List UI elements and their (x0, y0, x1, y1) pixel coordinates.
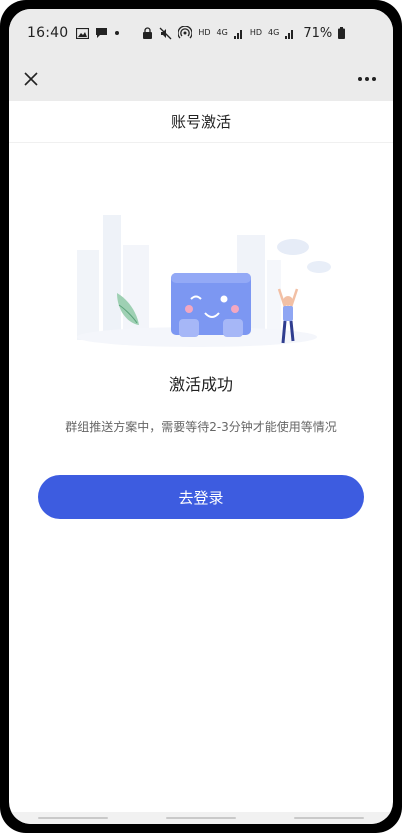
close-button[interactable] (19, 67, 43, 91)
status-time: 16:40 (27, 25, 69, 41)
phone-frame: 16:40 HD 4G HD 4G 71% 账号激活 激活成功 群组推送方案中，… (0, 0, 402, 833)
more-icon-dot (365, 77, 369, 81)
image-icon (76, 27, 90, 39)
battery-percent: 71% (303, 25, 333, 41)
battery-icon (338, 27, 346, 39)
screen: 16:40 HD 4G HD 4G 71% 账号激活 激活成功 群组推送方案中，… (9, 9, 393, 824)
hotspot-icon (178, 26, 193, 39)
page-title: 账号激活 (170, 113, 231, 131)
webview-toolbar (9, 57, 393, 101)
close-icon (24, 72, 38, 86)
signal-icon (233, 29, 242, 39)
status-bar: 16:40 HD 4G HD 4G 71% (9, 9, 393, 57)
more-button[interactable] (353, 67, 381, 91)
login-button[interactable]: 去登录 (38, 475, 364, 519)
signal-icon-2 (285, 29, 294, 39)
mute-icon (159, 27, 172, 39)
network-type: 4G (216, 28, 228, 37)
network-label: HD (198, 28, 211, 37)
more-icon (358, 77, 362, 81)
success-title: 激活成功 (168, 375, 233, 394)
dot-icon (115, 31, 120, 35)
system-icons: HD 4G HD 4G 71% (142, 25, 346, 41)
gesture-line (38, 817, 108, 819)
more-icon-dot (372, 77, 376, 81)
lock-icon (143, 26, 153, 39)
gesture-bar (9, 812, 393, 824)
gesture-line (166, 817, 236, 819)
success-illustration (77, 215, 331, 347)
network-label-2: HD (249, 28, 263, 37)
notification-icons (76, 27, 120, 39)
success-description: 群组推送方案中，需要等待2-3分钟才能使用等情况 (65, 420, 337, 434)
message-icon (96, 28, 108, 38)
network-type-2: 4G (268, 28, 280, 37)
gesture-line (294, 817, 364, 819)
page-title-bar: 账号激活 (9, 101, 393, 143)
